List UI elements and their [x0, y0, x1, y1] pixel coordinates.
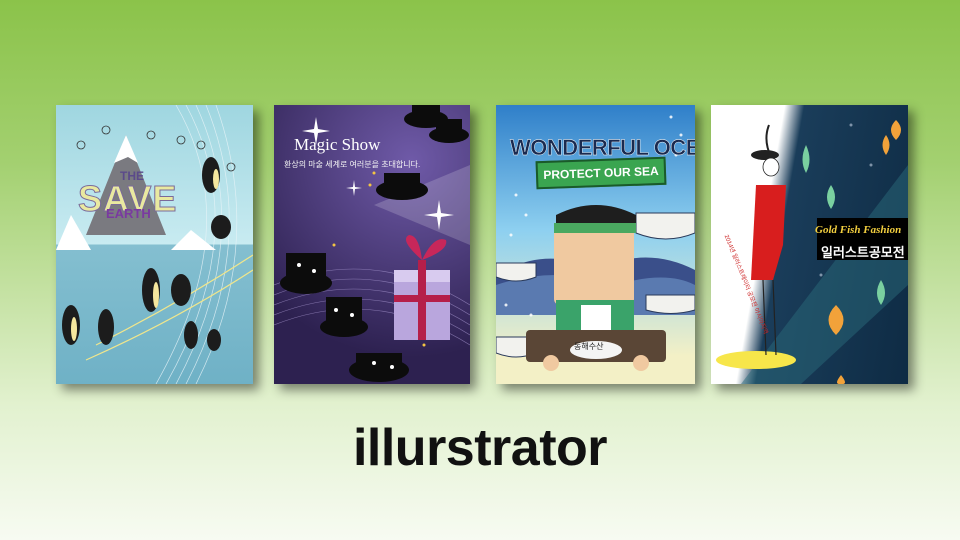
protect-our-sea-banner: PROTECT OUR SEA — [535, 156, 667, 190]
fish-market-sign: 동해수산 — [574, 342, 604, 351]
gold-fish-subtitle: 일러스트공모전 — [821, 245, 905, 260]
magic-show-subtitle: 환상의 마술 세계로 여러분을 초대합니다. — [284, 160, 421, 169]
gold-fish-title: Gold Fish Fashion — [815, 224, 902, 236]
save-earth-illustration — [56, 105, 253, 384]
poster-wonderful-ocean: WONDERFUL OCEAN PROTECT OUR SEA 동해수산 — [496, 105, 695, 384]
page-caption: illurstrator — [352, 419, 608, 477]
poster-save-earth: THE SAVE EARTH — [56, 105, 253, 384]
save-earth-earth: EARTH — [106, 206, 151, 221]
wonderful-ocean-title: WONDERFUL OCEAN — [510, 135, 695, 160]
poster-magic-show: Magic Show 환상의 마술 세계로 여러분을 초대합니다. — [274, 105, 470, 384]
magic-show-title: Magic Show — [294, 135, 381, 154]
poster-gold-fish-fashion: Gold Fish Fashion 일러스트공모전 2014년 일러스트레이터 … — [711, 105, 908, 384]
